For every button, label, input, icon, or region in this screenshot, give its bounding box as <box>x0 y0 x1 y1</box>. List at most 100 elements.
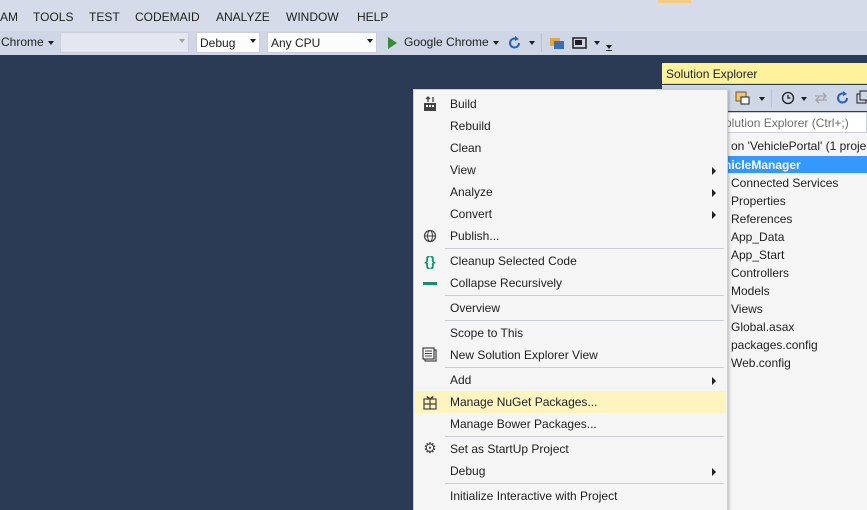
new-view-icon <box>422 347 437 362</box>
tree-node-connected-services[interactable]: Connected Services <box>731 176 838 190</box>
build-icon <box>424 96 436 111</box>
tree-node-controllers[interactable]: Controllers <box>731 266 789 280</box>
minus-icon <box>422 275 438 291</box>
menu-item-label: Overview <box>450 301 501 315</box>
menu-item-scope-to-this[interactable]: Scope to This <box>415 322 726 344</box>
menu-item-add[interactable]: Add <box>415 369 726 391</box>
tree-node-packages-config[interactable]: packages.config <box>731 338 818 352</box>
menu-item-label: Convert <box>450 207 493 221</box>
menu-item-label: Manage Bower Packages... <box>450 417 597 431</box>
menu-item-label: Clean <box>450 141 482 155</box>
menu-item-analyze[interactable]: Analyze <box>415 181 726 203</box>
menu-item-tools[interactable]: TOOLS <box>33 10 73 24</box>
menu-item-label: Collapse Recursively <box>450 276 563 290</box>
tree-project-node[interactable]: hicleManager <box>722 156 867 173</box>
standard-toolbar: Chrome Debug Any CPU Google Chrome <box>0 31 867 55</box>
menu-item-label: View <box>450 163 476 177</box>
submenu-arrow-icon <box>712 189 716 197</box>
refresh-icon[interactable] <box>835 90 851 106</box>
browser-dropdown-label[interactable]: Chrome <box>1 35 44 49</box>
browser-link-icon[interactable] <box>549 35 565 51</box>
chevron-down-icon <box>179 39 185 43</box>
start-debugging-button[interactable]: Google Chrome <box>404 35 489 49</box>
menu-item-build[interactable]: Build <box>415 93 726 115</box>
menu-item-overview[interactable]: Overview <box>415 297 726 319</box>
menu-item-label: Scope to This <box>450 326 524 340</box>
menu-item-label: Debug <box>450 464 486 478</box>
tree-node-app-start[interactable]: App_Start <box>731 248 784 262</box>
tree-node-web-config[interactable]: Web.config <box>731 356 791 370</box>
chevron-down-icon[interactable] <box>529 41 535 45</box>
tree-node-models[interactable]: Models <box>731 284 770 298</box>
tree-node-references[interactable]: References <box>731 212 792 226</box>
project-label: hicleManager <box>724 158 801 172</box>
menu-item-clean[interactable]: Clean <box>415 137 726 159</box>
nuget-icon <box>423 396 437 410</box>
menu-item-help[interactable]: HELP <box>357 10 388 24</box>
menu-item-test[interactable]: TEST <box>89 10 120 24</box>
chevron-down-icon[interactable] <box>801 97 807 101</box>
braces-icon: {} <box>424 253 436 269</box>
menu-item-rebuild[interactable]: Rebuild <box>415 115 726 137</box>
switch-views-icon[interactable] <box>735 90 751 106</box>
menu-separator <box>445 320 724 321</box>
menu-item-label: Add <box>450 373 472 387</box>
menu-separator <box>445 248 724 249</box>
menu-item-debug[interactable]: Debug <box>415 460 726 482</box>
solution-explorer-title: Solution Explorer <box>666 67 758 81</box>
menu-item-label: Rebuild <box>450 119 491 133</box>
menu-item-cleanup-selected-code[interactable]: {} Cleanup Selected Code <box>415 250 726 272</box>
tree-node-properties[interactable]: Properties <box>731 194 786 208</box>
menu-separator <box>445 295 724 296</box>
toolbar-separator <box>771 89 772 107</box>
platform-combo[interactable]: Any CPU <box>267 32 377 53</box>
submenu-arrow-icon <box>712 468 716 476</box>
menu-item-codemaid[interactable]: CODEMAID <box>135 10 200 24</box>
submenu-arrow-icon <box>712 167 716 175</box>
chevron-down-icon[interactable] <box>759 97 765 101</box>
tree-solution-node[interactable]: on 'VehiclePortal' (1 project <box>731 139 867 153</box>
tree-node-views[interactable]: Views <box>731 302 763 316</box>
platform-value: Any CPU <box>271 36 321 50</box>
project-context-menu: Build Rebuild Clean View Analyze Convert… <box>413 89 728 510</box>
menu-item-view[interactable]: View <box>415 159 726 181</box>
menu-item-label: New Solution Explorer View <box>450 348 598 362</box>
menu-item-label: Build <box>450 97 477 111</box>
menu-item-label: Publish... <box>450 229 500 243</box>
collapse-all-icon[interactable] <box>856 90 867 106</box>
menu-item-initialize-interactive[interactable]: Initialize Interactive with Project <box>415 485 726 507</box>
chevron-down-icon[interactable] <box>48 41 54 45</box>
menu-separator <box>445 436 724 437</box>
menu-item-analyze[interactable]: ANALYZE <box>216 10 270 24</box>
menu-item-publish[interactable]: Publish... <box>415 225 726 247</box>
configuration-combo[interactable]: Debug <box>196 32 260 53</box>
menu-item-label: Set as StartUp Project <box>450 442 569 456</box>
toolbar-overflow-icon[interactable] <box>606 43 612 51</box>
menu-separator <box>445 483 724 484</box>
startup-item-combo[interactable] <box>60 32 189 53</box>
menu-item-collapse-recursively[interactable]: Collapse Recursively <box>415 272 726 294</box>
pending-changes-icon[interactable] <box>780 90 796 106</box>
menu-item-manage-bower-packages[interactable]: Manage Bower Packages... <box>415 413 726 435</box>
play-icon[interactable] <box>388 37 397 49</box>
solution-explorer-titlebar[interactable]: Solution Explorer <box>662 63 867 84</box>
configuration-value: Debug <box>200 36 236 50</box>
sync-icon[interactable] <box>813 90 829 106</box>
chevron-down-icon[interactable] <box>493 41 499 45</box>
menu-item-convert[interactable]: Convert <box>415 203 726 225</box>
menu-item-label: Initialize Interactive with Project <box>450 489 618 503</box>
submenu-arrow-icon <box>712 377 716 385</box>
tree-node-global-asax[interactable]: Global.asax <box>731 320 794 334</box>
menu-item-new-solution-explorer-view[interactable]: New Solution Explorer View <box>415 344 726 366</box>
menu-bar: AM TOOLS TEST CODEMAID ANALYZE WINDOW HE… <box>0 0 867 33</box>
menu-item-am[interactable]: AM <box>0 10 18 24</box>
chevron-down-icon[interactable] <box>594 41 600 45</box>
refresh-icon[interactable] <box>507 35 523 51</box>
menu-item-window[interactable]: WINDOW <box>286 10 339 24</box>
menu-item-label: Manage NuGet Packages... <box>450 395 598 409</box>
tree-node-app-data[interactable]: App_Data <box>731 230 784 244</box>
gear-icon: ⚙ <box>423 440 437 457</box>
menu-item-manage-nuget-packages[interactable]: Manage NuGet Packages... <box>415 391 726 413</box>
window-icon[interactable] <box>572 35 588 51</box>
menu-item-set-startup-project[interactable]: ⚙ Set as StartUp Project <box>415 438 726 460</box>
